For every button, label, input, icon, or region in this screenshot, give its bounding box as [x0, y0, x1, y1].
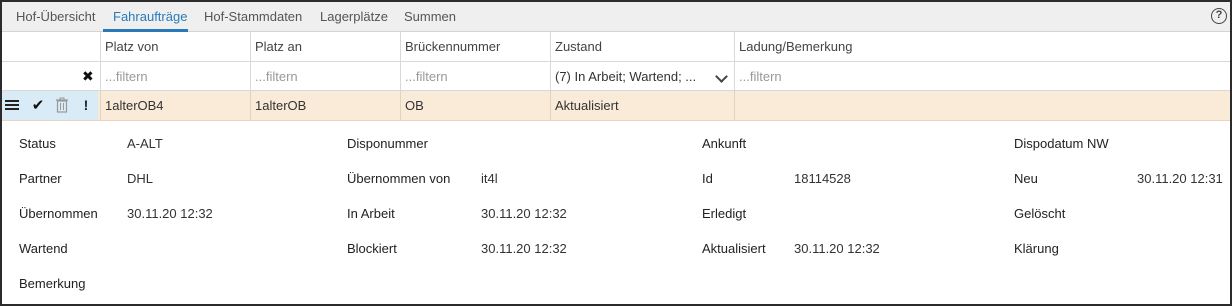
wartend-label: Wartend: [19, 241, 68, 256]
cell-platz-an: 1alterOB: [250, 91, 400, 120]
blockiert-value: 30.11.20 12:32: [481, 241, 567, 256]
disponummer-label: Disponummer: [347, 136, 428, 151]
tab-hof-stammdaten[interactable]: Hof-Stammdaten: [204, 9, 302, 24]
tab-fahrauftraege[interactable]: Fahraufträge: [113, 9, 187, 24]
ankunft-label: Ankunft: [702, 136, 747, 151]
table-header-row: Platz von Platz an Brückennummer Zustand…: [2, 32, 1230, 62]
column-header-brueckennummer[interactable]: Brückennummer: [400, 32, 550, 61]
column-header-platz-von[interactable]: Platz von: [100, 32, 250, 61]
dispodatum-nw-label: Dispodatum NW: [1014, 136, 1109, 151]
blockiert-label: Blockiert: [347, 241, 397, 256]
in-arbeit-label: In Arbeit: [347, 206, 395, 221]
tab-hof-uebersicht[interactable]: Hof-Übersicht: [16, 9, 95, 24]
partner-label: Partner: [19, 171, 62, 186]
cell-platz-von: 1alterOB4: [100, 91, 250, 120]
chevron-down-icon: [715, 70, 728, 83]
filter-input-platz-an[interactable]: ...filtern: [250, 62, 400, 90]
status-value: A-ALT: [127, 136, 163, 151]
table-row[interactable]: ✔ ! 1alterOB4 1alterOB OB Aktualisiert: [2, 91, 1230, 121]
cell-zustand: Aktualisiert: [550, 91, 734, 120]
in-arbeit-value: 30.11.20 12:32: [481, 206, 567, 221]
uebernommen-von-value: it4l: [481, 171, 498, 186]
filter-row: ✖ ...filtern ...filtern ...filtern (7) I…: [2, 62, 1230, 91]
aktualisiert-label: Aktualisiert: [702, 241, 766, 256]
cell-brueckennummer: OB: [400, 91, 550, 120]
status-label: Status: [19, 136, 56, 151]
tab-lagerplaetze[interactable]: Lagerplätze: [320, 9, 388, 24]
filter-input-platz-von[interactable]: ...filtern: [100, 62, 250, 90]
trash-icon[interactable]: [50, 91, 74, 120]
aktualisiert-value: 30.11.20 12:32: [794, 241, 880, 256]
check-icon[interactable]: ✔: [26, 91, 50, 120]
partner-value: DHL: [127, 171, 154, 186]
tab-summen[interactable]: Summen: [404, 9, 456, 24]
uebernommen-von-label: Übernommen von: [347, 171, 451, 186]
help-icon[interactable]: ?: [1211, 8, 1227, 24]
erledigt-label: Erledigt: [702, 206, 747, 221]
column-header-platz-an[interactable]: Platz an: [250, 32, 400, 61]
filter-select-zustand[interactable]: (7) In Arbeit; Wartend; ...: [550, 62, 734, 90]
tab-bar: Hof-Übersicht Fahraufträge Hof-Stammdate…: [2, 2, 1230, 32]
filter-select-zustand-value: (7) In Arbeit; Wartend; ...: [555, 69, 697, 84]
neu-value: 30.11.20 12:31: [1137, 171, 1223, 186]
uebernommen-value: 30.11.20 12:32: [127, 206, 213, 221]
fahrauftraege-panel: Hof-Übersicht Fahraufträge Hof-Stammdate…: [0, 0, 1232, 306]
filter-input-brueckennummer[interactable]: ...filtern: [400, 62, 550, 90]
bemerkung-label: Bemerkung: [19, 276, 86, 291]
geloescht-label: Gelöscht: [1014, 206, 1066, 221]
close-icon[interactable]: ✖: [82, 68, 94, 85]
column-header-zustand[interactable]: Zustand: [550, 32, 734, 61]
exclamation-icon[interactable]: !: [74, 91, 98, 120]
order-details: Status A-ALT Partner DHL Übernommen 30.1…: [2, 121, 1230, 304]
list-icon[interactable]: [2, 91, 26, 120]
cell-ladung-bemerkung: [734, 91, 1230, 120]
uebernommen-label: Übernommen: [19, 206, 98, 221]
column-header-ladung-bemerkung[interactable]: Ladung/Bemerkung: [734, 32, 1230, 61]
filter-input-ladung-bemerkung[interactable]: ...filtern: [734, 62, 1230, 90]
neu-label: Neu: [1014, 171, 1038, 186]
id-value: 18114528: [794, 171, 851, 186]
klaerung-label: Klärung: [1014, 241, 1059, 256]
id-label: Id: [702, 171, 713, 186]
